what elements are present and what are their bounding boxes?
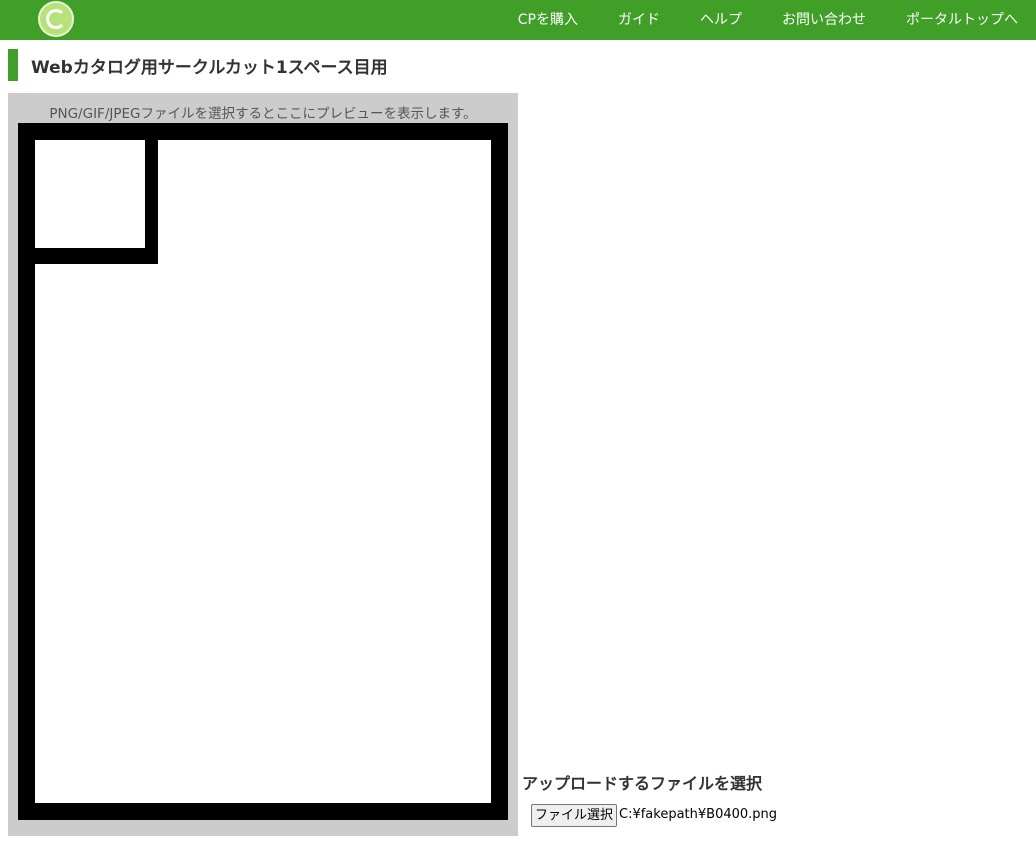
circle-cut-preview (18, 123, 508, 820)
title-accent-bar (8, 49, 18, 81)
space-number-box-right-border (145, 140, 158, 264)
file-select-button[interactable]: ファイル選択 (531, 804, 618, 827)
nav-help[interactable]: ヘルプ (700, 13, 742, 27)
page-title: Webカタログ用サークルカット1スペース目用 (31, 58, 388, 78)
site-logo-icon[interactable] (38, 1, 74, 37)
nav-buy-cp[interactable]: CPを購入 (518, 13, 578, 27)
circle-cut-canvas (35, 140, 491, 803)
upload-heading: アップロードするファイルを選択 (522, 774, 763, 793)
nav-guide[interactable]: ガイド (618, 13, 660, 27)
selected-file-name: C:¥fakepath¥B0400.png (619, 807, 778, 822)
preview-hint: PNG/GIF/JPEGファイルを選択するとここにプレビューを表示します。 (49, 106, 477, 122)
nav-portal-top[interactable]: ポータルトップへ (906, 13, 1018, 27)
top-bar: CPを購入 ガイド ヘルプ お問い合わせ ポータルトップへ (0, 0, 1036, 40)
space-number-box-bottom-border (35, 248, 158, 264)
top-nav: CPを購入 ガイド ヘルプ お問い合わせ ポータルトップへ (518, 0, 1036, 40)
nav-contact[interactable]: お問い合わせ (782, 13, 866, 27)
preview-panel: PNG/GIF/JPEGファイルを選択するとここにプレビューを表示します。 (8, 93, 518, 836)
